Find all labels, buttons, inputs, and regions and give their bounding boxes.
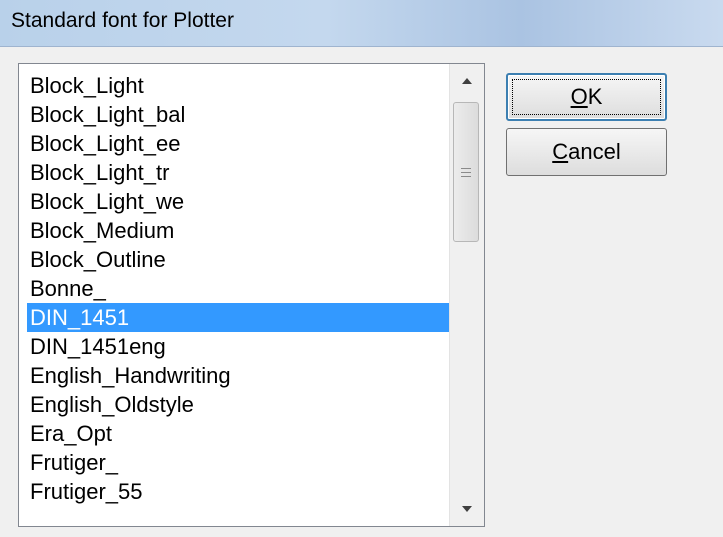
scroll-thumb[interactable]	[453, 102, 479, 242]
dialog-title: Standard font for Plotter	[11, 9, 234, 32]
cancel-button[interactable]: Cancel	[506, 128, 667, 176]
font-list-item[interactable]: Block_Light_tr	[27, 158, 451, 187]
scroll-up-button[interactable]	[450, 64, 484, 98]
font-list-item[interactable]: Era_Opt	[27, 419, 451, 448]
standard-font-dialog: Standard font for Plotter Block_Light Blo…	[0, 0, 723, 537]
ok-button-label: OK	[570, 84, 603, 109]
font-list-item[interactable]: Frutiger_55	[27, 477, 451, 506]
font-list-item[interactable]: Block_Medium	[27, 216, 451, 245]
font-list-item[interactable]: Block_Light_bal	[27, 100, 451, 129]
font-list-item[interactable]: DIN_1451eng	[27, 332, 451, 361]
font-list-item[interactable]: Block_Outline	[27, 245, 451, 274]
font-list-item[interactable]: English_Oldstyle	[27, 390, 451, 419]
grip-icon	[461, 167, 471, 177]
arrow-up-icon	[462, 78, 472, 84]
font-listbox[interactable]: Block_Light Block_Light_bal Block_Light_ee…	[18, 63, 485, 527]
vertical-scrollbar[interactable]	[449, 64, 484, 526]
font-list-item[interactable]: Frutiger_	[27, 448, 451, 477]
arrow-down-icon	[462, 506, 472, 512]
font-list-item[interactable]: DIN_1451	[27, 303, 451, 332]
scroll-down-button[interactable]	[450, 492, 484, 526]
title-bar[interactable]: Standard font for Plotter	[0, 0, 723, 47]
font-list-item[interactable]: Bonne_	[27, 274, 451, 303]
font-list-item[interactable]: Block_Light_ee	[27, 129, 451, 158]
font-list-item[interactable]: Block_Light_we	[27, 187, 451, 216]
ok-button[interactable]: OK	[506, 73, 667, 121]
cancel-button-label: Cancel	[552, 139, 621, 164]
font-list-item[interactable]: English_Handwriting	[27, 361, 451, 390]
font-list-item[interactable]: Block_Light	[27, 71, 451, 100]
font-list: Block_Light Block_Light_bal Block_Light_ee…	[27, 71, 451, 506]
